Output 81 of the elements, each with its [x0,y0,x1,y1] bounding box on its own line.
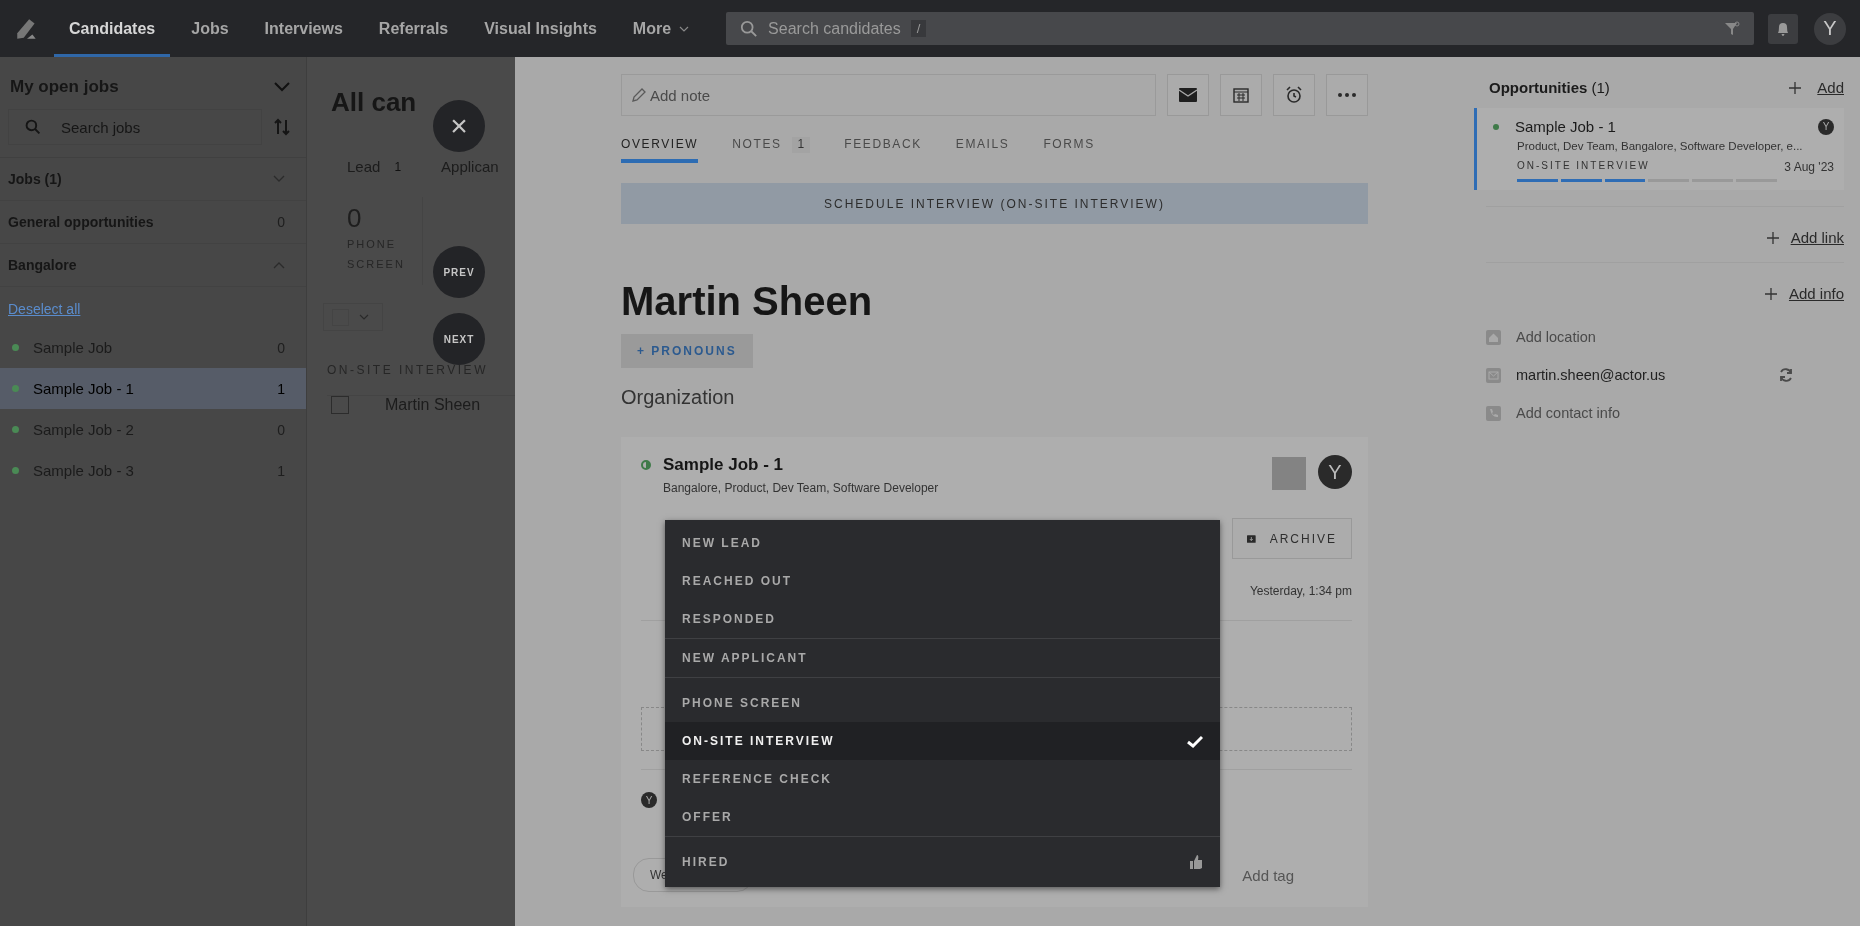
stage-option[interactable]: NEW LEAD [665,524,1220,562]
candidate-name: Martin Sheen [621,279,874,324]
email-button[interactable] [1167,74,1209,116]
checkmark-icon [1187,734,1203,748]
job-title[interactable]: Sample Job - 1 [663,455,1260,475]
stage-option[interactable]: ON-SITE INTERVIEW [665,722,1220,760]
reminder-button[interactable] [1273,74,1315,116]
stage-option[interactable]: PHONE SCREEN [665,684,1220,722]
note-field[interactable]: Add note [621,74,1156,116]
profile-tab[interactable]: FORMS [1043,130,1095,163]
bell-icon[interactable] [1768,13,1798,44]
chevron-down-icon[interactable] [274,82,290,92]
profile-tab[interactable]: NOTES 1 [732,130,811,163]
calendar-icon [1233,87,1249,103]
profile-tab[interactable]: EMAILS [955,130,1010,163]
add-opportunity-link[interactable]: Add [1817,79,1844,96]
job-name: Sample Job - 1 [33,380,134,397]
add-tag-field[interactable]: Add tag [1242,866,1294,884]
archive-button[interactable]: ARCHIVE [1232,518,1352,559]
pencil-icon [632,88,646,102]
plus-icon [1789,81,1802,94]
chevron-down-icon[interactable] [273,175,285,183]
job-count: 1 [277,380,285,397]
user-avatar: Y [641,792,657,808]
thumbs-up-icon [1189,854,1203,870]
house-icon [1486,329,1501,345]
schedule-button[interactable] [1220,74,1262,116]
opportunity-title: Sample Job - 1 [1515,118,1617,135]
stage-option[interactable]: REFERENCE CHECK [665,760,1220,798]
stage-option[interactable]: HIRED [665,837,1220,887]
nav-tab[interactable]: Referrals [363,0,464,57]
envelope-icon [1486,367,1501,383]
row-checkbox[interactable] [331,396,349,414]
search-icon [740,19,759,38]
profile-tab[interactable]: FEEDBACK [844,130,922,163]
group-count: 1 [394,159,402,174]
stage-option[interactable]: NEW APPLICANT [665,639,1220,677]
filter-icon[interactable] [1724,20,1740,37]
envelope-icon [1179,88,1197,102]
stage-date: 3 Aug '23 [1784,160,1834,174]
next-button[interactable]: NEXT [433,313,485,365]
add-link-link[interactable]: Add link [1790,229,1844,246]
more-menu[interactable]: More [617,0,705,57]
nav-tab[interactable]: Visual Insights [469,0,612,57]
job-item[interactable]: Sample Job - 1 1 [0,368,306,409]
prev-button[interactable]: PREV [433,246,485,298]
phone-icon [1486,405,1501,421]
nav-tab[interactable]: Jobs [176,0,244,57]
refresh-icon[interactable] [1778,367,1794,383]
chevron-down-icon [359,314,369,320]
organization-label: Organization [621,386,736,409]
nav-tab[interactable]: Interviews [249,0,358,57]
sort-icon[interactable] [274,118,290,136]
stage-option[interactable]: OFFER [665,798,1220,836]
owner-avatar: Y [1818,118,1834,135]
shortcut-key: / [910,20,927,37]
status-icon [1492,122,1500,131]
plus-icon [1766,231,1779,244]
plus-icon [1764,287,1777,300]
more-button[interactable] [1326,74,1368,116]
chevron-down-icon [679,25,690,32]
search-icon [25,119,41,135]
close-button[interactable]: × [433,100,485,152]
stage-label: ON-SITE INTERVIEW [1517,160,1650,173]
contact-text: martin.sheen@actor.us [1516,367,1666,383]
more-icon [1338,93,1356,97]
opportunity-details: Product, Dev Team, Bangalore, Software Developer, e... [1517,140,1804,152]
schedule-interview-button[interactable]: SCHEDULE INTERVIEW (ON-SITE INTERVIEW) [621,183,1368,224]
alarm-clock-icon [1285,86,1303,104]
opportunity-card[interactable]: Sample Job - 1 Y Product, Dev Team, Bangalore, Software Developer, e... ON-SITE INTERVIEW 3 Aug '23 [1474,108,1844,190]
add-info-link[interactable]: Add info [1788,285,1844,302]
chevron-up-icon[interactable] [273,261,285,269]
status-icon [641,460,651,470]
job-details: Bangalore, Product, Dev Team, Software Developer [663,481,940,495]
owner-avatar: Y [1318,455,1352,489]
search-field[interactable]: Search candidates / [726,12,1754,45]
contact-text[interactable]: Add location [1516,329,1596,345]
opportunities-title: Opportunities (1) [1489,79,1611,96]
user-avatar[interactable]: Y [1814,12,1846,45]
profile-tab[interactable]: OVERVIEW [621,130,699,163]
contact-text[interactable]: Add contact info [1516,405,1620,421]
